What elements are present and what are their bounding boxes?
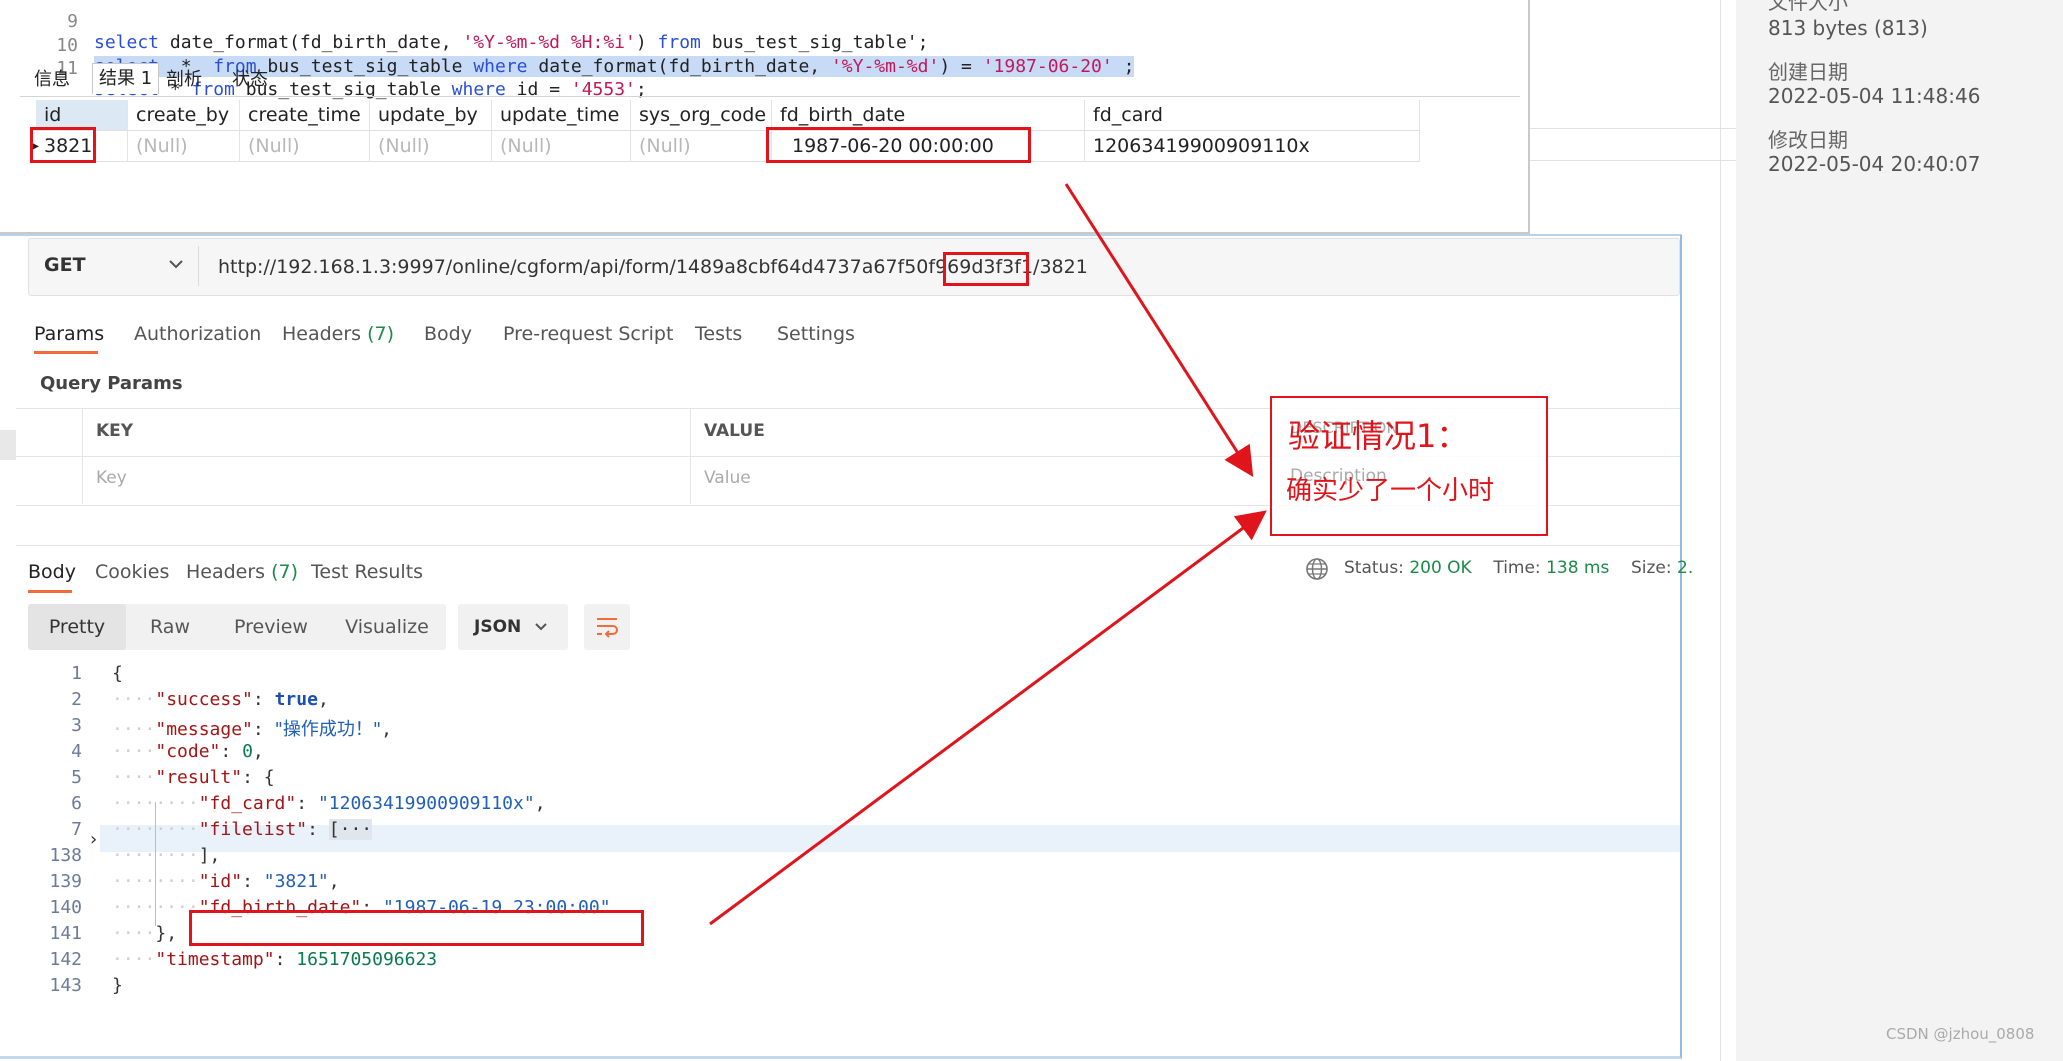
annotation-arrows	[709, 183, 1267, 926]
arrow-from-sql-icon	[1064, 183, 1254, 478]
watermark: CSDN @jzhou_0808	[1886, 1025, 2035, 1043]
arrow-from-response-icon	[709, 510, 1267, 926]
